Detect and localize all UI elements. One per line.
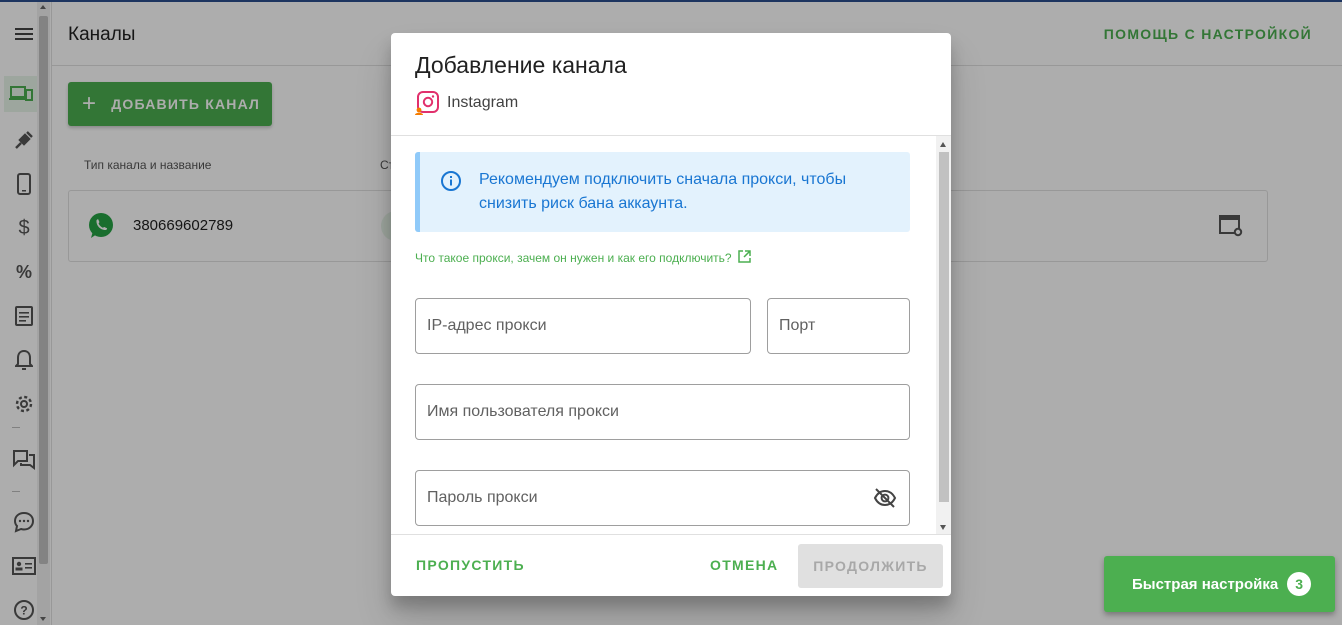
continue-button[interactable]: ПРОДОЛЖИТЬ xyxy=(798,544,943,588)
dialog-divider xyxy=(391,534,951,535)
proxy-ip-placeholder: IP-адрес прокси xyxy=(427,317,547,334)
scroll-down-arrow-icon[interactable] xyxy=(940,525,946,530)
add-channel-dialog: Добавление канала Instagram Рекомендуем … xyxy=(391,33,951,596)
dialog-body: Рекомендуем подключить сначала прокси, ч… xyxy=(391,136,951,534)
eye-off-icon[interactable] xyxy=(873,488,897,513)
channel-type: Instagram xyxy=(415,91,518,115)
scrollbar-thumb[interactable] xyxy=(939,152,949,502)
alert-text: Рекомендуем подключить сначала прокси, ч… xyxy=(479,171,847,212)
channel-type-label: Instagram xyxy=(447,94,519,111)
external-link-icon xyxy=(737,250,751,266)
quick-setup-button[interactable]: Быстрая настройка 3 xyxy=(1104,556,1335,612)
skip-button[interactable]: ПРОПУСТИТЬ xyxy=(416,557,525,573)
proxy-password-field[interactable]: Пароль прокси xyxy=(415,470,910,526)
quick-setup-label: Быстрая настройка xyxy=(1132,575,1279,593)
proxy-help-link-text: Что такое прокси, зачем он нужен и как е… xyxy=(415,251,732,265)
proxy-username-field[interactable]: Имя пользователя прокси xyxy=(415,384,910,440)
scroll-up-arrow-icon[interactable] xyxy=(940,142,946,147)
proxy-port-field[interactable]: Порт xyxy=(767,298,910,354)
proxy-username-placeholder: Имя пользователя прокси xyxy=(427,403,619,420)
quick-setup-count-badge: 3 xyxy=(1287,572,1312,596)
proxy-port-placeholder: Порт xyxy=(779,317,816,334)
dialog-title: Добавление канала xyxy=(415,52,627,78)
cancel-button[interactable]: ОТМЕНА xyxy=(710,557,778,573)
proxy-password-placeholder: Пароль прокси xyxy=(427,489,538,506)
dialog-scrollbar[interactable] xyxy=(936,136,951,534)
proxy-recommendation-alert: Рекомендуем подключить сначала прокси, ч… xyxy=(415,152,910,232)
instagram-icon xyxy=(415,91,439,115)
proxy-ip-field[interactable]: IP-адрес прокси xyxy=(415,298,751,354)
info-icon xyxy=(440,170,462,197)
proxy-help-link[interactable]: Что такое прокси, зачем он нужен и как е… xyxy=(415,250,751,266)
